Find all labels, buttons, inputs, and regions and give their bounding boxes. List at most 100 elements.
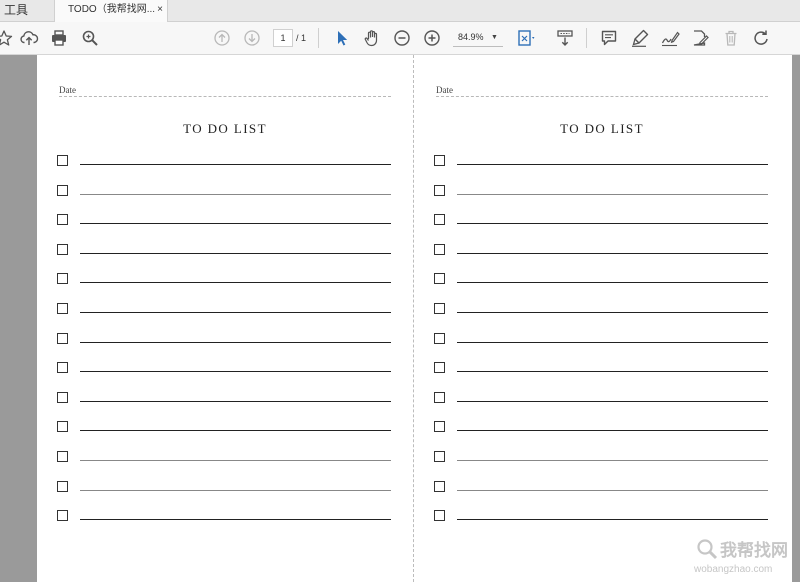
checkbox[interactable] bbox=[57, 421, 68, 433]
todo-item-row bbox=[434, 480, 770, 497]
todo-item-row bbox=[57, 243, 393, 260]
writing-line bbox=[457, 252, 768, 254]
todo-item-row bbox=[57, 451, 393, 467]
writing-line bbox=[80, 341, 391, 343]
zoom-in-icon[interactable] bbox=[422, 28, 442, 48]
toolbar-divider bbox=[586, 28, 587, 48]
checkbox[interactable] bbox=[57, 480, 68, 492]
edit-pdf-icon[interactable] bbox=[690, 28, 710, 48]
watermark-text: 我帮找网 bbox=[720, 541, 788, 560]
todo-item-row bbox=[57, 214, 393, 230]
writing-line bbox=[80, 282, 391, 284]
todo-item-row bbox=[57, 155, 393, 171]
fit-page-icon[interactable] bbox=[516, 28, 536, 48]
comment-icon[interactable] bbox=[599, 28, 619, 48]
toolbar-divider bbox=[318, 28, 319, 48]
todo-item-row bbox=[57, 510, 393, 526]
checkbox[interactable] bbox=[434, 421, 445, 433]
checkbox[interactable] bbox=[434, 303, 445, 314]
tab-bar: 工具 TODO（我帮找网... × bbox=[0, 0, 800, 22]
select-pointer-icon[interactable] bbox=[332, 28, 352, 48]
todo-page-right: Date TO DO LIST bbox=[414, 55, 790, 582]
todo-item-row bbox=[57, 480, 393, 497]
writing-line bbox=[457, 312, 768, 313]
watermark-url: wobangzhao.com bbox=[694, 564, 773, 575]
todo-item-row bbox=[57, 303, 393, 319]
todo-item-row bbox=[434, 451, 770, 467]
todo-item-row bbox=[57, 391, 393, 408]
todo-item-row bbox=[434, 303, 770, 319]
chevron-down-icon[interactable]: ▼ bbox=[491, 29, 498, 47]
todo-item-row bbox=[57, 184, 393, 201]
checkbox[interactable] bbox=[434, 451, 445, 462]
watermark: 我帮找网 wobangzhao.com bbox=[694, 534, 800, 580]
page-down-icon[interactable] bbox=[242, 28, 262, 48]
todo-item-row bbox=[434, 421, 770, 437]
checkbox[interactable] bbox=[434, 243, 445, 255]
checkbox[interactable] bbox=[57, 451, 68, 462]
tab-document[interactable]: TODO（我帮找网... × bbox=[54, 0, 168, 22]
hand-tool-icon[interactable] bbox=[362, 28, 382, 48]
writing-line bbox=[457, 164, 768, 165]
todo-list-title: TO DO LIST bbox=[560, 121, 644, 136]
writing-line bbox=[457, 519, 768, 521]
checkbox[interactable] bbox=[57, 243, 68, 255]
checkbox[interactable] bbox=[434, 510, 445, 522]
todo-item-row bbox=[434, 155, 770, 171]
highlighter-icon[interactable] bbox=[630, 28, 650, 48]
writing-line bbox=[457, 400, 768, 402]
checkbox[interactable] bbox=[434, 214, 445, 226]
date-label: Date bbox=[59, 85, 76, 95]
rotate-icon[interactable] bbox=[751, 28, 771, 48]
upload-cloud-icon[interactable] bbox=[19, 28, 39, 48]
magnifier-logo-icon bbox=[697, 539, 718, 560]
star-icon[interactable] bbox=[0, 28, 14, 48]
page-up-icon[interactable] bbox=[212, 28, 232, 48]
checkbox[interactable] bbox=[57, 303, 68, 314]
checkbox[interactable] bbox=[57, 332, 68, 344]
checkbox[interactable] bbox=[57, 362, 68, 374]
writing-line bbox=[80, 252, 391, 254]
page-number-input[interactable]: 1 bbox=[273, 29, 293, 47]
todo-item-row bbox=[434, 273, 770, 289]
writing-line bbox=[457, 460, 768, 461]
delete-icon[interactable] bbox=[721, 28, 741, 48]
date-label: Date bbox=[436, 85, 453, 95]
todo-item-row bbox=[434, 332, 770, 349]
checkbox[interactable] bbox=[434, 273, 445, 285]
checkbox[interactable] bbox=[434, 391, 445, 403]
zoom-out-icon[interactable] bbox=[392, 28, 412, 48]
tab-tools[interactable]: 工具 bbox=[0, 0, 44, 22]
writing-line bbox=[80, 489, 391, 491]
writing-line bbox=[80, 193, 391, 195]
todo-item-row bbox=[434, 391, 770, 408]
checkbox[interactable] bbox=[57, 391, 68, 403]
sign-icon[interactable] bbox=[660, 28, 680, 48]
checkbox[interactable] bbox=[57, 510, 68, 522]
writing-line bbox=[457, 430, 768, 432]
todo-item-row bbox=[57, 332, 393, 349]
todo-item-row bbox=[434, 362, 770, 378]
checkbox[interactable] bbox=[434, 332, 445, 344]
todo-item-row bbox=[57, 421, 393, 437]
scroll-mode-icon[interactable] bbox=[555, 28, 575, 48]
checkbox[interactable] bbox=[57, 184, 68, 196]
close-tab-icon[interactable]: × bbox=[157, 0, 163, 20]
writing-line bbox=[457, 371, 768, 373]
writing-line bbox=[80, 519, 391, 521]
tab-document-title: TODO（我帮找网... bbox=[68, 4, 156, 15]
checkbox[interactable] bbox=[57, 214, 68, 226]
checkbox[interactable] bbox=[57, 273, 68, 285]
print-icon[interactable] bbox=[49, 28, 69, 48]
writing-line bbox=[80, 164, 391, 165]
checkbox[interactable] bbox=[434, 480, 445, 492]
todo-item-row bbox=[57, 362, 393, 378]
writing-line bbox=[457, 223, 768, 225]
checkbox[interactable] bbox=[57, 155, 68, 166]
writing-line bbox=[457, 282, 768, 284]
search-zoom-icon[interactable] bbox=[80, 28, 100, 48]
checkbox[interactable] bbox=[434, 184, 445, 196]
checkbox[interactable] bbox=[434, 362, 445, 374]
checkbox[interactable] bbox=[434, 155, 445, 166]
date-line bbox=[59, 96, 391, 97]
